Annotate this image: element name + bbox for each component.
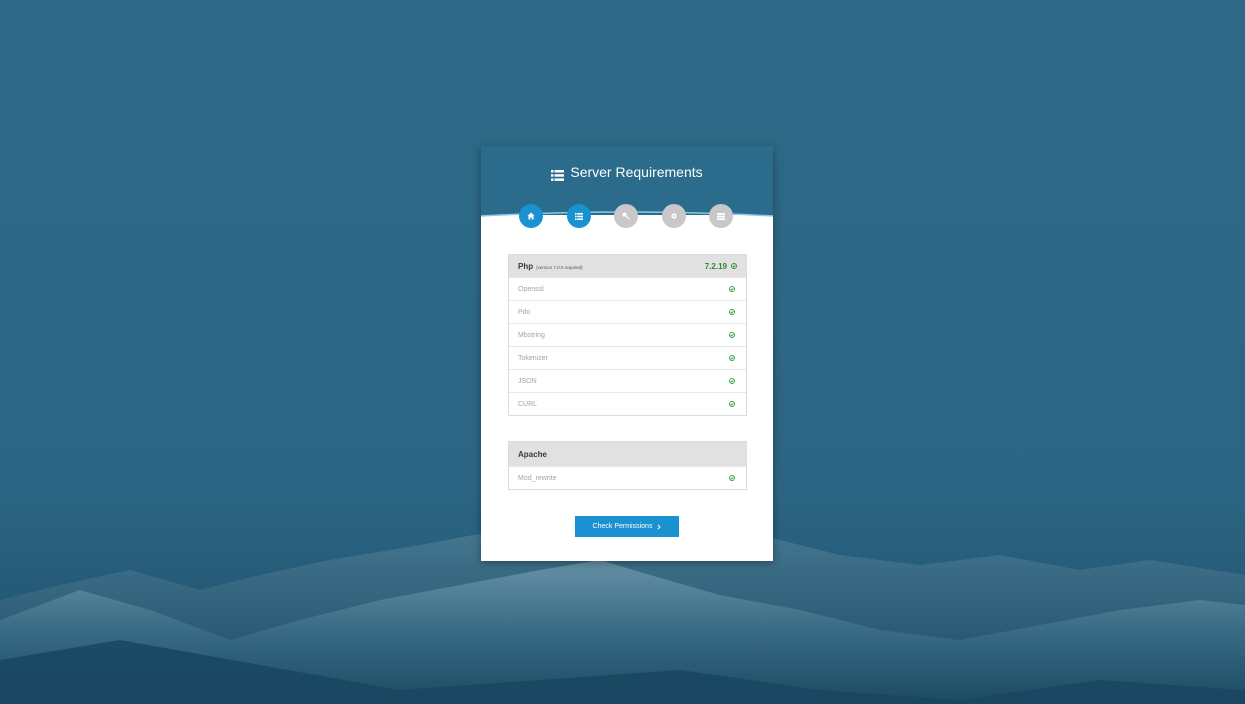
check-circle-icon (729, 332, 735, 338)
apache-requirements-table: Apache Mod_rewrite (508, 441, 747, 490)
page-title-text: Server Requirements (570, 164, 703, 180)
page-title: Server Requirements (481, 163, 773, 181)
php-version-note: (version 7.0.0 required) (536, 264, 583, 270)
key-icon (622, 212, 630, 220)
php-version: 7.2.19 (704, 261, 727, 271)
step-final[interactable] (709, 204, 733, 228)
check-circle-icon (729, 475, 735, 481)
step-indicator (481, 204, 773, 228)
apache-label: Apache (518, 449, 547, 459)
chevron-right-icon (657, 523, 662, 530)
requirement-name: JSON (518, 377, 537, 385)
home-icon (527, 212, 535, 220)
requirement-name: Openssl (518, 285, 544, 293)
check-circle-icon (729, 309, 735, 315)
requirement-name: Mod_rewrite (518, 474, 557, 482)
server-icon (717, 212, 725, 220)
check-circle-icon (729, 401, 735, 407)
check-permissions-button[interactable]: Check Permissions (575, 516, 679, 537)
step-welcome[interactable] (519, 204, 543, 228)
gear-icon (671, 213, 677, 219)
check-circle-icon (729, 355, 735, 361)
check-circle-icon (731, 263, 737, 269)
requirement-row: Openssl (509, 277, 746, 300)
requirement-row: Tokenizer (509, 346, 746, 369)
check-permissions-label: Check Permissions (592, 523, 653, 530)
php-label: Php (518, 261, 534, 271)
check-circle-icon (729, 378, 735, 384)
step-permissions[interactable] (614, 204, 638, 228)
requirement-row: CURL (509, 392, 746, 415)
apache-header: Apache (509, 442, 746, 466)
requirement-name: Pdo (518, 308, 531, 316)
requirement-row: Mbstring (509, 323, 746, 346)
installer-card: Server Requirements Php (version 7.0.0 r… (481, 146, 773, 561)
php-requirements-table: Php (version 7.0.0 required) 7.2.19 Open… (508, 254, 747, 416)
requirement-name: Mbstring (518, 331, 545, 339)
requirement-row: JSON (509, 369, 746, 392)
requirement-name: Tokenizer (518, 354, 548, 362)
list-icon (551, 167, 565, 181)
check-circle-icon (729, 286, 735, 292)
requirement-row: Mod_rewrite (509, 466, 746, 489)
list-icon (575, 212, 583, 220)
requirement-row: Pdo (509, 300, 746, 323)
php-header: Php (version 7.0.0 required) 7.2.19 (509, 255, 746, 277)
requirement-name: CURL (518, 400, 538, 408)
step-requirements[interactable] (567, 204, 591, 228)
step-environment[interactable] (662, 204, 686, 228)
